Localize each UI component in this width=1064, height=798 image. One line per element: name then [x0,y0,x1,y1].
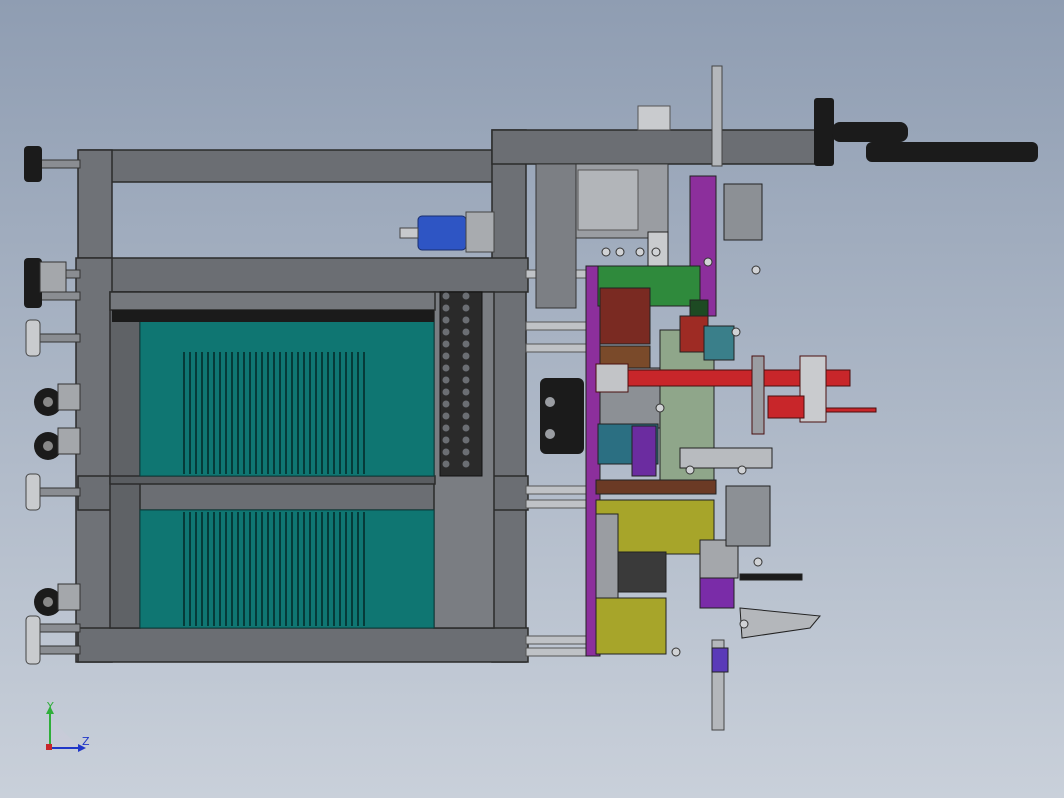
brown-strip [595,479,717,495]
caster-wheel [34,427,81,460]
upper-tank-top-shadow [112,310,434,322]
purple-bottom-plate [711,647,729,673]
chain-link [442,304,450,312]
shaft-collar [595,363,629,393]
chain-link [442,364,450,372]
bolt [753,557,763,567]
feet-and-casters [24,146,81,665]
chain-link [462,316,470,324]
triad-origin [46,744,52,750]
chain-link [442,412,450,420]
chain-link [462,436,470,444]
upper-frame-top-beam [79,149,501,183]
bolt [731,327,741,337]
caster-wheel [34,383,81,416]
leveling-foot [25,615,81,665]
chain-link [462,364,470,372]
red-nozzle [825,407,877,413]
red-valve [767,395,805,419]
bolt [651,247,661,257]
chain-link [462,304,470,312]
lower-frame-top-beam [77,257,529,293]
top-cross-beam [491,129,823,165]
chain-link [442,292,450,300]
chain-link [462,460,470,468]
bolt [739,619,749,629]
chain-link [462,376,470,384]
guide-rods [525,269,589,657]
bolt [635,247,645,257]
chain-link [442,388,450,396]
z-axis-label: Z [82,735,90,748]
shaft-bracket [751,355,765,435]
chain-link [462,352,470,360]
leveling-foot [24,258,81,308]
upper-right-post [491,129,527,663]
axis-triad: Y Z [46,700,90,752]
light-bracket [679,447,773,469]
clamp-arm [814,98,1038,166]
black-rail-lower [739,573,803,581]
bolt [671,647,681,657]
chain-link [462,424,470,432]
chain-link [442,448,450,456]
cable-drag-chain [439,291,483,477]
cad-model-viewport[interactable]: Y Z [0,0,1064,798]
triad-plane [50,718,80,748]
purple-plate [631,425,657,477]
chain-link [442,400,450,408]
teal-small-motor [703,325,735,361]
bolt [703,257,713,267]
chain-link [462,388,470,396]
chain-link [442,436,450,444]
chain-link [462,400,470,408]
dark-block-lower [617,551,667,593]
angled-chute [739,607,821,639]
leveling-foot [24,146,81,182]
chain-link [442,424,450,432]
bolt [685,465,695,475]
mid-gap-strip [109,475,436,485]
gray-motor-right [723,183,763,241]
chain-link [442,376,450,384]
chain-link [462,328,470,336]
leveling-foot [25,319,81,357]
gray-tall-block [595,513,619,599]
bolt [601,247,611,257]
chain-link [462,412,470,420]
caster-wheel [34,583,81,616]
chain-link [442,340,450,348]
chain-link [442,460,450,468]
y-axis-label: Y [46,700,54,713]
dark-green-strip [689,299,709,317]
chain-link [442,316,450,324]
bolt [737,465,747,475]
inner-left-post [109,291,141,629]
servo-motor [399,211,495,253]
chain-link [462,292,470,300]
olive-plate-lower [595,597,667,655]
bolt [751,265,761,275]
dark-red-block [599,287,651,345]
inner-top-rail [109,291,436,311]
gray-cylinder-upper [725,485,771,547]
purple-small-plate [699,577,735,609]
chain-link [462,340,470,348]
chain-link [442,352,450,360]
chain-link [462,448,470,456]
bolt [615,247,625,257]
lower-frame-left-post [75,257,113,663]
bolt [655,403,665,413]
leveling-foot [25,473,81,511]
upper-frame-left-post [77,149,113,261]
lower-frame-bottom-beam [77,627,529,663]
radiator-tanks [112,310,435,629]
chain-link [442,328,450,336]
